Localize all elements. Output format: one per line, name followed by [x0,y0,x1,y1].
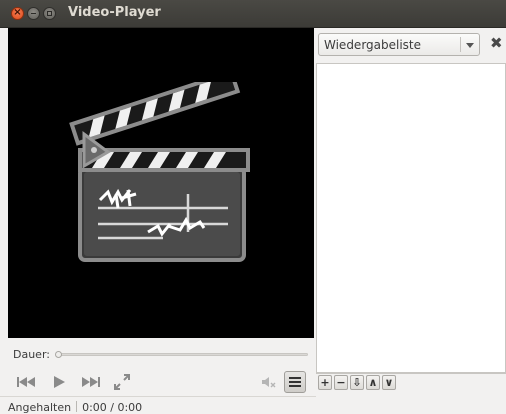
remove-icon: − [336,376,346,389]
playlist-toggle-button[interactable] [284,371,306,393]
volume-muted-icon [262,377,276,388]
move-up-icon: ∧ [368,376,378,389]
window-close-button[interactable]: × [11,7,24,20]
combo-separator [460,37,461,52]
add-icon: + [320,376,330,389]
play-button[interactable] [48,371,70,393]
playlist-toolbar: + − ⇩ ∧ ∨ [318,375,396,392]
add-button[interactable]: + [318,375,332,390]
divider [0,396,316,397]
save-button[interactable]: ⇩ [350,375,364,390]
next-button[interactable] [80,371,102,393]
window-minimize-button[interactable] [27,7,40,20]
status-separator [76,401,78,412]
close-icon: ✖ [490,34,503,52]
play-icon [54,376,65,388]
close-icon: × [13,7,22,18]
sidebar-select[interactable]: Wiedergabeliste [318,33,480,56]
seek-slider[interactable] [55,351,308,358]
video-area[interactable] [8,28,314,338]
sidebar-select-value: Wiedergabeliste [324,38,422,52]
sidebar-close-button[interactable]: ✖ [490,36,503,51]
fullscreen-icon [114,374,130,390]
divider [316,373,506,374]
move-down-icon: ∨ [384,376,394,389]
previous-button[interactable] [15,371,37,393]
playlist-panel[interactable] [316,63,506,373]
status-state: Angehalten [8,401,72,414]
skip-forward-icon [82,377,100,387]
title-bar: × Video-Player [0,0,506,28]
save-icon: ⇩ [352,376,362,389]
duration-label: Dauer: [13,348,50,361]
chevron-down-icon [466,43,474,48]
status-time: 0:00 / 0:00 [82,401,143,414]
volume-button[interactable] [258,371,280,393]
move-up-button[interactable]: ∧ [366,375,380,390]
fullscreen-button[interactable] [111,371,133,393]
window-maximize-button[interactable] [43,7,56,20]
status-bar: Angehalten 0:00 / 0:00 [8,401,142,414]
move-down-button[interactable]: ∨ [382,375,396,390]
seek-handle[interactable] [55,351,62,358]
clapperboard-icon [69,82,250,262]
window-title: Video-Player [68,5,161,20]
skip-back-icon [17,377,35,387]
list-icon [289,377,301,387]
remove-button[interactable]: − [334,375,348,390]
